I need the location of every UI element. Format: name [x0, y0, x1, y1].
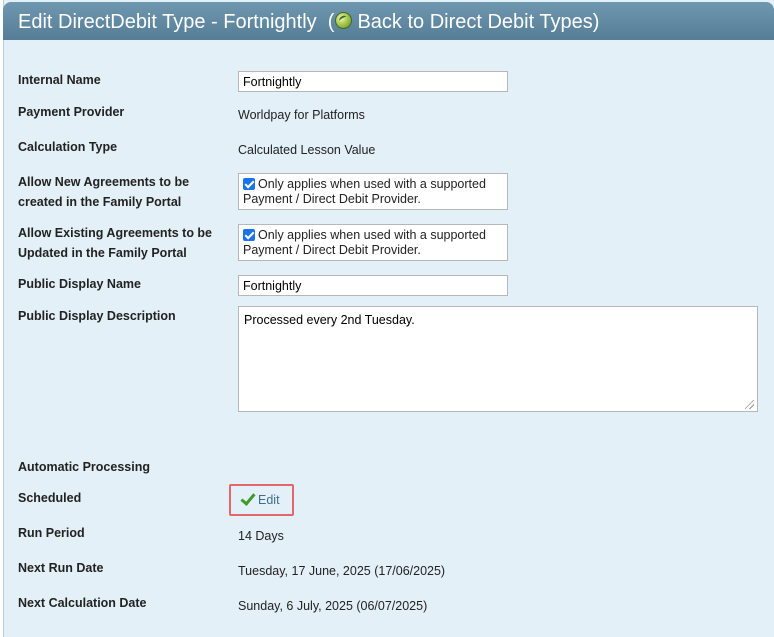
next-calculation-date-label: Next Calculation Date	[18, 596, 147, 610]
payment-provider-value: Worldpay for Platforms	[238, 108, 365, 122]
public-display-description-textarea[interactable]: Processed every 2nd Tuesday.	[238, 306, 758, 412]
run-period-value: 14 Days	[238, 529, 284, 543]
globe-icon	[335, 12, 353, 29]
next-calculation-date-value: Sunday, 6 July, 2025 (06/07/2025)	[238, 599, 428, 613]
scheduled-label: Scheduled	[18, 491, 82, 505]
run-period-label: Run Period	[18, 526, 85, 540]
scheduled-edit-button[interactable]: Edit	[229, 484, 294, 516]
back-to-direct-debit-types-link[interactable]: Back to Direct Debit Types	[334, 11, 593, 33]
internal-name-label: Internal Name	[18, 73, 101, 87]
next-run-date-label: Next Run Date	[18, 561, 104, 575]
allow-new-agreements-field: Only applies when used with a supported …	[238, 173, 508, 210]
allow-existing-agreements-label: Allow Existing Agreements to be Updated …	[18, 226, 213, 260]
page-title: Edit DirectDebit Type - Fortnightly	[18, 11, 317, 33]
allow-new-agreements-checkbox[interactable]	[243, 178, 255, 190]
textarea-resize-handle[interactable]	[745, 400, 754, 409]
next-run-date-value: Tuesday, 17 June, 2025 (17/06/2025)	[238, 564, 446, 578]
public-display-name-label: Public Display Name	[18, 277, 141, 291]
calculation-type-value: Calculated Lesson Value	[238, 143, 376, 157]
allow-existing-agreements-checkbox[interactable]	[243, 229, 255, 241]
allow-existing-agreements-field: Only applies when used with a supported …	[238, 224, 508, 261]
checkmark-icon	[240, 493, 254, 505]
payment-provider-label: Payment Provider	[18, 105, 125, 119]
automatic-processing-heading: Automatic Processing	[18, 460, 150, 474]
public-display-description-label: Public Display Description	[18, 309, 176, 323]
internal-name-input[interactable]	[238, 71, 508, 92]
public-display-name-input[interactable]	[238, 275, 508, 296]
page-header: Edit DirectDebit Type - Fortnightly (Bac…	[3, 2, 774, 40]
calculation-type-label: Calculation Type	[18, 140, 118, 154]
allow-new-agreements-label: Allow New Agreements to be created in th…	[18, 175, 190, 209]
